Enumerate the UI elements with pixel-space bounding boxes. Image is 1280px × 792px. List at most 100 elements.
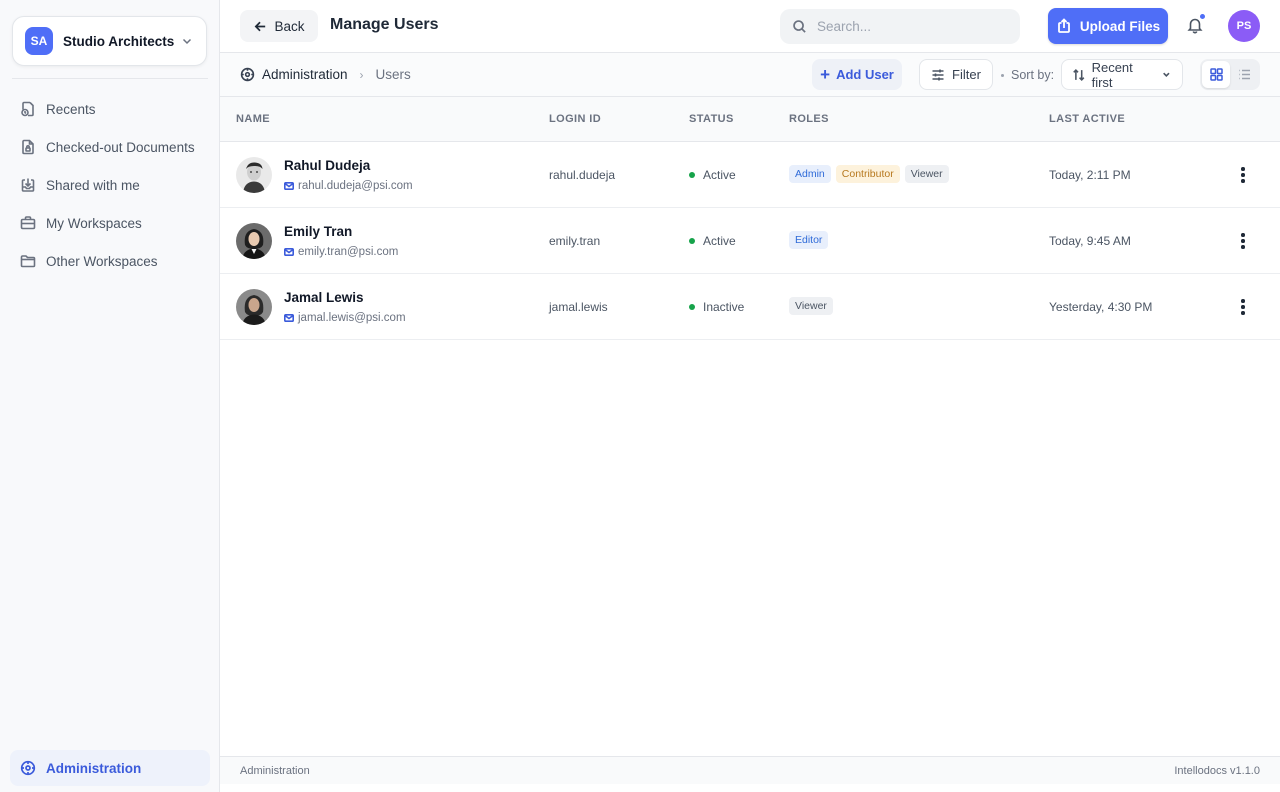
- sidebar-item-recents[interactable]: Recents: [10, 90, 210, 128]
- chevron-down-icon: [182, 38, 192, 45]
- roles-list: Admin Contributor Viewer: [789, 165, 949, 183]
- grid-view-button[interactable]: [1202, 61, 1230, 88]
- folder-icon: [20, 255, 36, 268]
- sidebar-item-shared[interactable]: Shared with me: [10, 166, 210, 204]
- sidebar-item-other-workspaces[interactable]: Other Workspaces: [10, 242, 210, 280]
- list-view-button[interactable]: [1230, 61, 1258, 88]
- view-toggle: [1200, 59, 1260, 90]
- workspace-name: Studio Architects: [63, 33, 175, 49]
- upload-icon: [1057, 18, 1070, 33]
- workspace-badge: SA: [25, 27, 53, 55]
- sidebar-item-checked-out[interactable]: Checked-out Documents: [10, 128, 210, 166]
- arrow-left-icon: [255, 21, 266, 31]
- breadcrumb: Administration › Users: [240, 67, 411, 82]
- mail-icon: [284, 181, 294, 191]
- footer-section: Administration: [240, 765, 310, 777]
- recents-icon: [21, 101, 34, 117]
- briefcase-icon: [20, 216, 36, 230]
- upload-label: Upload Files: [1079, 18, 1161, 34]
- workspace-switcher[interactable]: SA Studio Architects: [12, 16, 207, 66]
- filter-button[interactable]: Filter: [919, 59, 993, 90]
- plus-icon: +: [820, 65, 831, 84]
- table-row[interactable]: Emily Tran emily.tran@psi.com emily.tran…: [220, 208, 1280, 274]
- add-user-button[interactable]: + Add User: [812, 59, 902, 90]
- avatar: [236, 289, 272, 325]
- sidebar-item-label: Other Workspaces: [46, 253, 158, 269]
- search-input[interactable]: [817, 19, 1007, 34]
- top-bar: Back Manage Users Upload Files PS: [220, 0, 1280, 53]
- add-user-label: Add User: [836, 67, 894, 82]
- breadcrumb-administration[interactable]: Administration: [262, 67, 348, 82]
- status-badge: Inactive: [689, 300, 744, 314]
- avatar: [236, 157, 272, 193]
- role-badge: Viewer: [789, 297, 833, 315]
- last-active: Yesterday, 4:30 PM: [1049, 300, 1153, 314]
- back-button[interactable]: Back: [240, 10, 318, 42]
- user-email-text: emily.tran@psi.com: [298, 246, 399, 258]
- user-email-text: rahul.dudeja@psi.com: [298, 180, 413, 192]
- sort-label: Sort by:: [1011, 68, 1055, 82]
- sidebar-item-label: Checked-out Documents: [46, 139, 195, 155]
- notifications-button[interactable]: [1186, 13, 1206, 36]
- roles-list: Editor: [789, 231, 829, 249]
- sidebar-item-label: My Workspaces: [46, 215, 142, 231]
- status-text: Active: [703, 234, 736, 248]
- row-menu-icon[interactable]: [1234, 166, 1252, 184]
- table-row[interactable]: Rahul Dudeja rahul.dudeja@psi.com rahul.…: [220, 142, 1280, 208]
- user-email: jamal.lewis@psi.com: [284, 312, 406, 324]
- last-active: Today, 2:11 PM: [1049, 168, 1131, 182]
- sort-arrows-icon: [1073, 68, 1085, 81]
- status-badge: Active: [689, 168, 736, 182]
- back-label: Back: [274, 18, 305, 34]
- document-lock-icon: [22, 139, 34, 155]
- sidebar-item-label: Recents: [46, 101, 96, 117]
- status-dot-icon: [689, 172, 695, 178]
- grid-icon: [1209, 68, 1223, 81]
- column-header-login[interactable]: LOGIN ID: [549, 113, 601, 125]
- user-email: emily.tran@psi.com: [284, 246, 398, 258]
- admin-gear-icon: [20, 760, 36, 776]
- column-header-status[interactable]: STATUS: [689, 113, 734, 125]
- search-box[interactable]: [780, 9, 1020, 44]
- search-icon: [793, 20, 806, 33]
- user-email-text: jamal.lewis@psi.com: [298, 312, 406, 324]
- notification-dot: [1199, 13, 1206, 20]
- admin-gear-icon: [240, 67, 255, 82]
- sidebar-item-label: Shared with me: [46, 177, 140, 193]
- mail-icon: [284, 247, 294, 257]
- upload-files-button[interactable]: Upload Files: [1048, 8, 1168, 44]
- footer: Administration Intellodocs v1.1.0: [220, 756, 1280, 784]
- sidebar-divider: [12, 78, 208, 79]
- user-name: Jamal Lewis: [284, 290, 364, 305]
- status-dot-icon: [689, 304, 695, 310]
- column-header-last-active[interactable]: LAST ACTIVE: [1049, 113, 1125, 125]
- filter-label: Filter: [952, 67, 981, 82]
- status-badge: Active: [689, 234, 736, 248]
- page-title: Manage Users: [330, 16, 439, 33]
- sort-value: Recent first: [1091, 59, 1133, 90]
- user-name: Rahul Dudeja: [284, 158, 371, 173]
- sidebar-item-my-workspaces[interactable]: My Workspaces: [10, 204, 210, 242]
- status-dot-icon: [689, 238, 695, 244]
- status-text: Active: [703, 168, 736, 182]
- sidebar-item-administration[interactable]: Administration: [10, 750, 210, 786]
- chevron-down-icon: [1163, 72, 1170, 77]
- role-badge: Editor: [789, 231, 829, 249]
- login-id: emily.tran: [549, 234, 601, 248]
- user-email: rahul.dudeja@psi.com: [284, 180, 413, 192]
- role-badge: Viewer: [904, 165, 949, 183]
- table-header: NAME LOGIN ID STATUS ROLES LAST ACTIVE: [220, 97, 1280, 142]
- breadcrumb-users: Users: [375, 67, 411, 82]
- sub-toolbar: Administration › Users + Add User Filter…: [220, 53, 1280, 97]
- list-icon: [1238, 69, 1250, 80]
- sort-dropdown[interactable]: Recent first: [1061, 59, 1183, 90]
- table-row[interactable]: Jamal Lewis jamal.lewis@psi.com jamal.le…: [220, 274, 1280, 340]
- column-header-name[interactable]: NAME: [236, 113, 270, 125]
- row-menu-icon[interactable]: [1234, 298, 1252, 316]
- column-header-roles[interactable]: ROLES: [789, 113, 829, 125]
- user-avatar[interactable]: PS: [1228, 10, 1260, 42]
- row-menu-icon[interactable]: [1234, 232, 1252, 250]
- user-name: Emily Tran: [284, 224, 353, 239]
- breadcrumb-separator-icon: ›: [359, 67, 364, 82]
- administration-label: Administration: [46, 760, 142, 776]
